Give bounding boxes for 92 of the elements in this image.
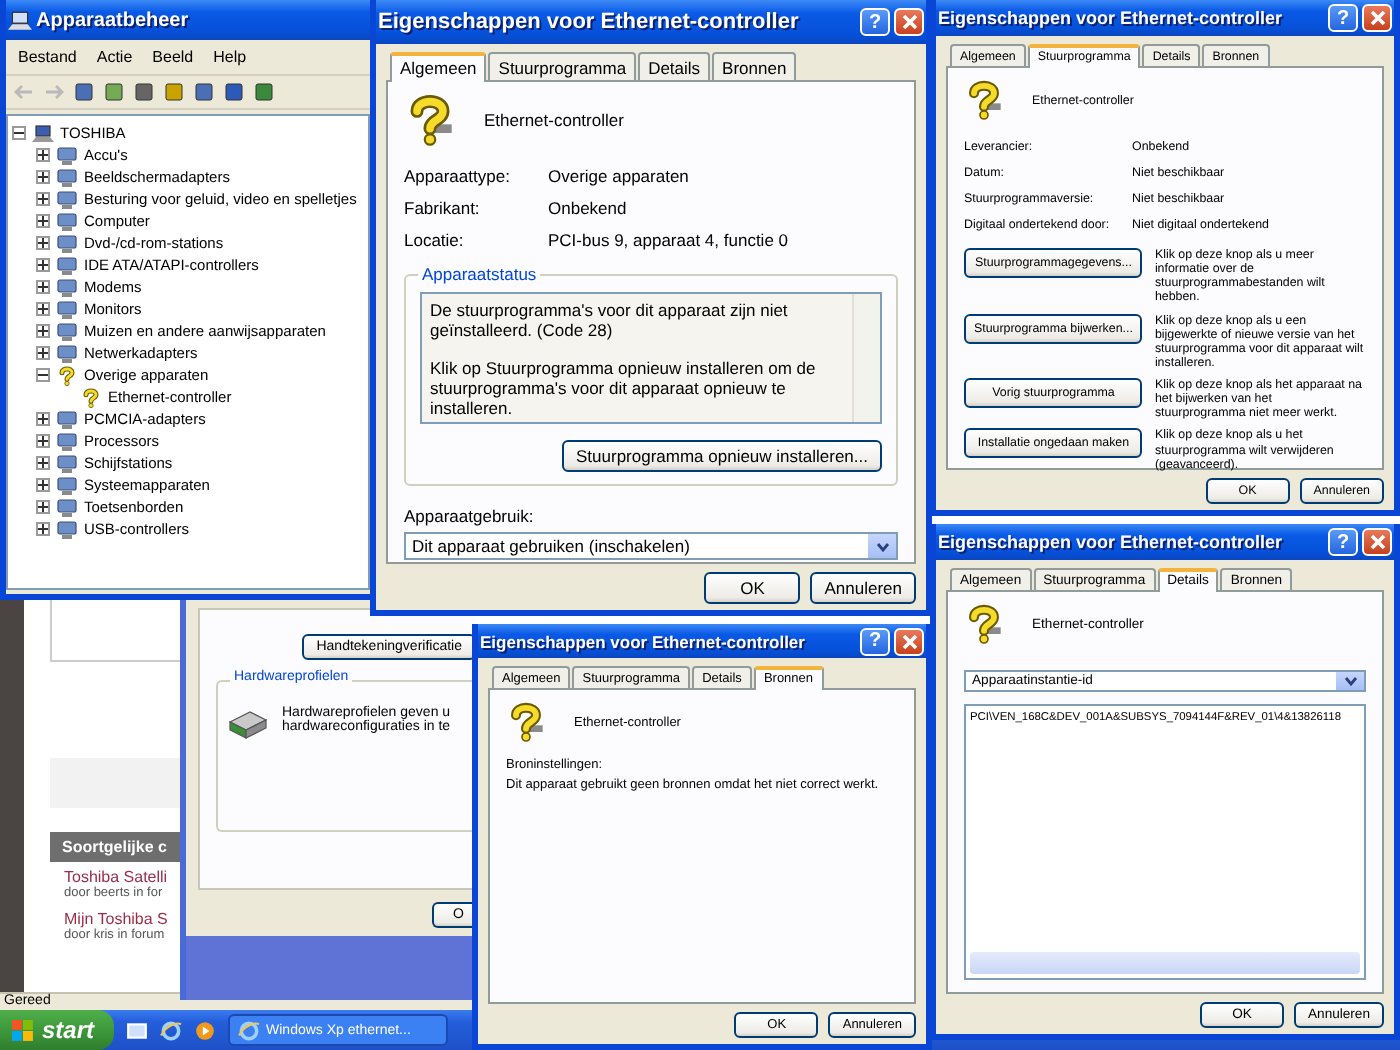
device-icon [56, 321, 78, 341]
device-icon [56, 519, 78, 539]
expand-toggle[interactable] [36, 456, 50, 470]
tab[interactable]: Details [638, 52, 711, 80]
expand-toggle[interactable] [36, 478, 50, 492]
start-button[interactable]: start [0, 1010, 115, 1050]
window-title: Eigenschappen voor Ethernet-controller [480, 631, 807, 651]
status-message: Klik op Stuurprogramma opnieuw installeren om de stuurprogramma's voor dit apparaat opnieuw te installeren. [430, 358, 818, 418]
menu-item[interactable]: Beeld [144, 46, 202, 68]
usage-label: Apparaatgebruik: [404, 506, 534, 526]
device-icon [56, 277, 78, 297]
expand-toggle[interactable] [36, 500, 50, 514]
device-name: Ethernet-controller [484, 110, 624, 130]
expand-toggle[interactable] [36, 280, 50, 294]
question-mark-icon [964, 80, 1004, 120]
device-icon [56, 189, 78, 209]
close-icon [1369, 10, 1385, 26]
close-icon [901, 14, 917, 30]
section-heading: Soortgelijke c [50, 832, 184, 862]
property-value: Overige apparaten [548, 166, 691, 186]
chevron-down-icon [875, 541, 889, 551]
expand-toggle[interactable] [36, 170, 50, 184]
tab[interactable]: Algemeen [390, 52, 487, 82]
computer-icon [8, 9, 32, 31]
tab[interactable]: Bronnen [712, 52, 797, 80]
tab[interactable]: Stuurprogramma [488, 52, 637, 80]
thread-link[interactable]: Mijn Toshiba S [64, 910, 184, 928]
device-icon [56, 167, 78, 187]
expand-toggle[interactable] [36, 412, 50, 426]
device-icon [56, 497, 78, 517]
expand-toggle[interactable] [36, 192, 50, 206]
close-button[interactable] [894, 8, 924, 36]
status-message: De stuurprogramma's voor dit apparaat zijn niet geïnstalleerd. (Code 28) [430, 300, 790, 340]
close-button[interactable] [894, 627, 924, 655]
group-title: Apparaatstatus [418, 264, 541, 284]
device-icon [56, 299, 78, 319]
device-icon [56, 453, 78, 473]
menu-item[interactable]: Actie [88, 46, 141, 68]
browser-icon[interactable] [160, 1019, 183, 1041]
dropdown-field[interactable]: Dit apparaat gebruiken (inschakelen) [404, 532, 898, 560]
window-title: Eigenschappen voor Ethernet-controller [938, 8, 1285, 28]
desktop-icon[interactable] [126, 1019, 149, 1041]
expand-toggle[interactable] [36, 346, 50, 360]
window-title: Eigenschappen voor Ethernet-controller [378, 10, 801, 34]
close-icon [901, 633, 917, 649]
question-mark-icon [506, 702, 546, 742]
thread-link[interactable]: Toshiba Satelli [64, 868, 184, 886]
expand-toggle[interactable] [36, 434, 50, 448]
chevron-down-icon [1343, 676, 1357, 686]
device-icon [56, 343, 78, 363]
property-label: Locatie: [404, 230, 466, 250]
window-title: Eigenschappen voor Ethernet-controller [938, 532, 1285, 552]
windows-logo-icon [12, 1019, 34, 1041]
menu-item[interactable]: Help [205, 46, 255, 68]
ok-button[interactable]: OK [704, 572, 801, 604]
scrollbar[interactable] [970, 952, 1360, 974]
question-mark-icon [964, 604, 1004, 644]
device-icon [56, 145, 78, 165]
property-label: Fabrikant: [404, 198, 482, 218]
expand-toggle[interactable] [36, 236, 50, 250]
device-icon [56, 233, 78, 253]
close-icon [1369, 534, 1385, 550]
expand-toggle[interactable] [36, 258, 50, 272]
close-button[interactable] [1362, 4, 1392, 32]
question-mark-icon [56, 365, 78, 385]
device-icon [56, 211, 78, 231]
device-icon [56, 409, 78, 429]
scrollbar[interactable] [852, 294, 880, 422]
close-button[interactable] [1362, 528, 1392, 556]
expand-toggle[interactable] [36, 148, 50, 162]
question-mark-icon [80, 387, 102, 407]
cancel-button[interactable]: Annuleren [810, 572, 916, 604]
menu-item[interactable]: Bestand [10, 46, 85, 68]
device-icon [56, 431, 78, 451]
page-band [50, 758, 184, 808]
expand-toggle[interactable] [36, 522, 50, 536]
device-icon [56, 255, 78, 275]
collapse-toggle[interactable] [36, 368, 50, 382]
task-browser-icon [238, 1019, 261, 1041]
collapse-toggle[interactable] [12, 126, 26, 140]
reinstall-button[interactable]: Stuurprogramma opnieuw installeren... [562, 440, 882, 472]
window-title: Apparaatbeheer [36, 9, 191, 31]
device-icon [56, 475, 78, 495]
expand-toggle[interactable] [36, 302, 50, 316]
media-player-icon[interactable] [194, 1019, 217, 1041]
property-value: Onbekend [548, 198, 629, 218]
hardware-icon [226, 706, 270, 742]
expand-toggle[interactable] [36, 214, 50, 228]
property-value: PCI-bus 9, apparaat 4, functie 0 [548, 230, 791, 250]
property-label: Apparaattype: [404, 166, 512, 186]
laptop-icon [32, 123, 54, 143]
expand-toggle[interactable] [36, 324, 50, 338]
